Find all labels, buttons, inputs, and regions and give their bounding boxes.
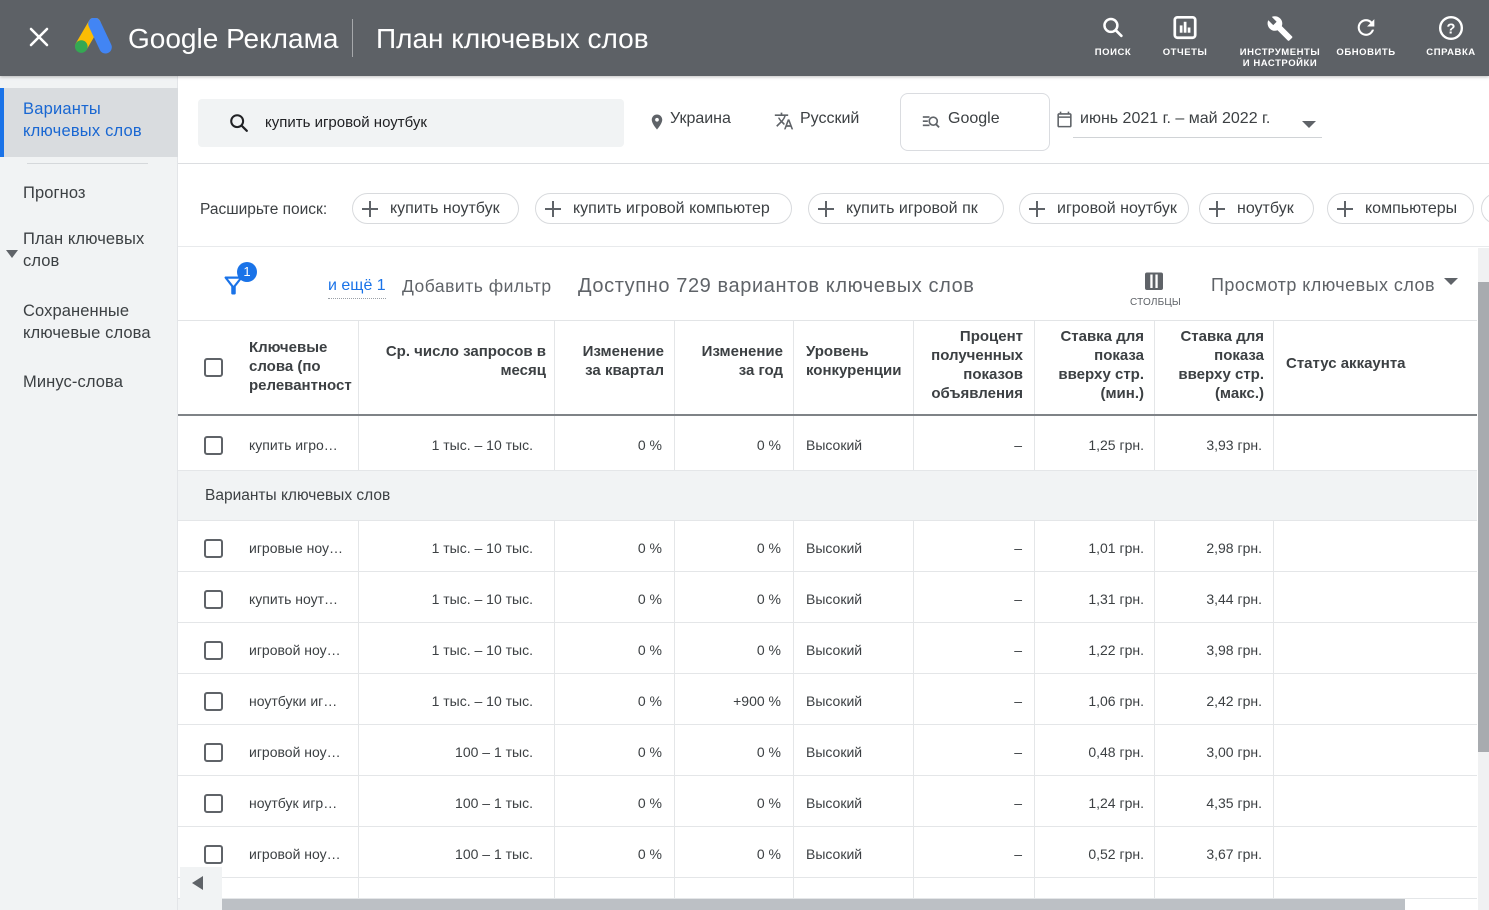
svg-text:?: ? [1447, 21, 1456, 37]
